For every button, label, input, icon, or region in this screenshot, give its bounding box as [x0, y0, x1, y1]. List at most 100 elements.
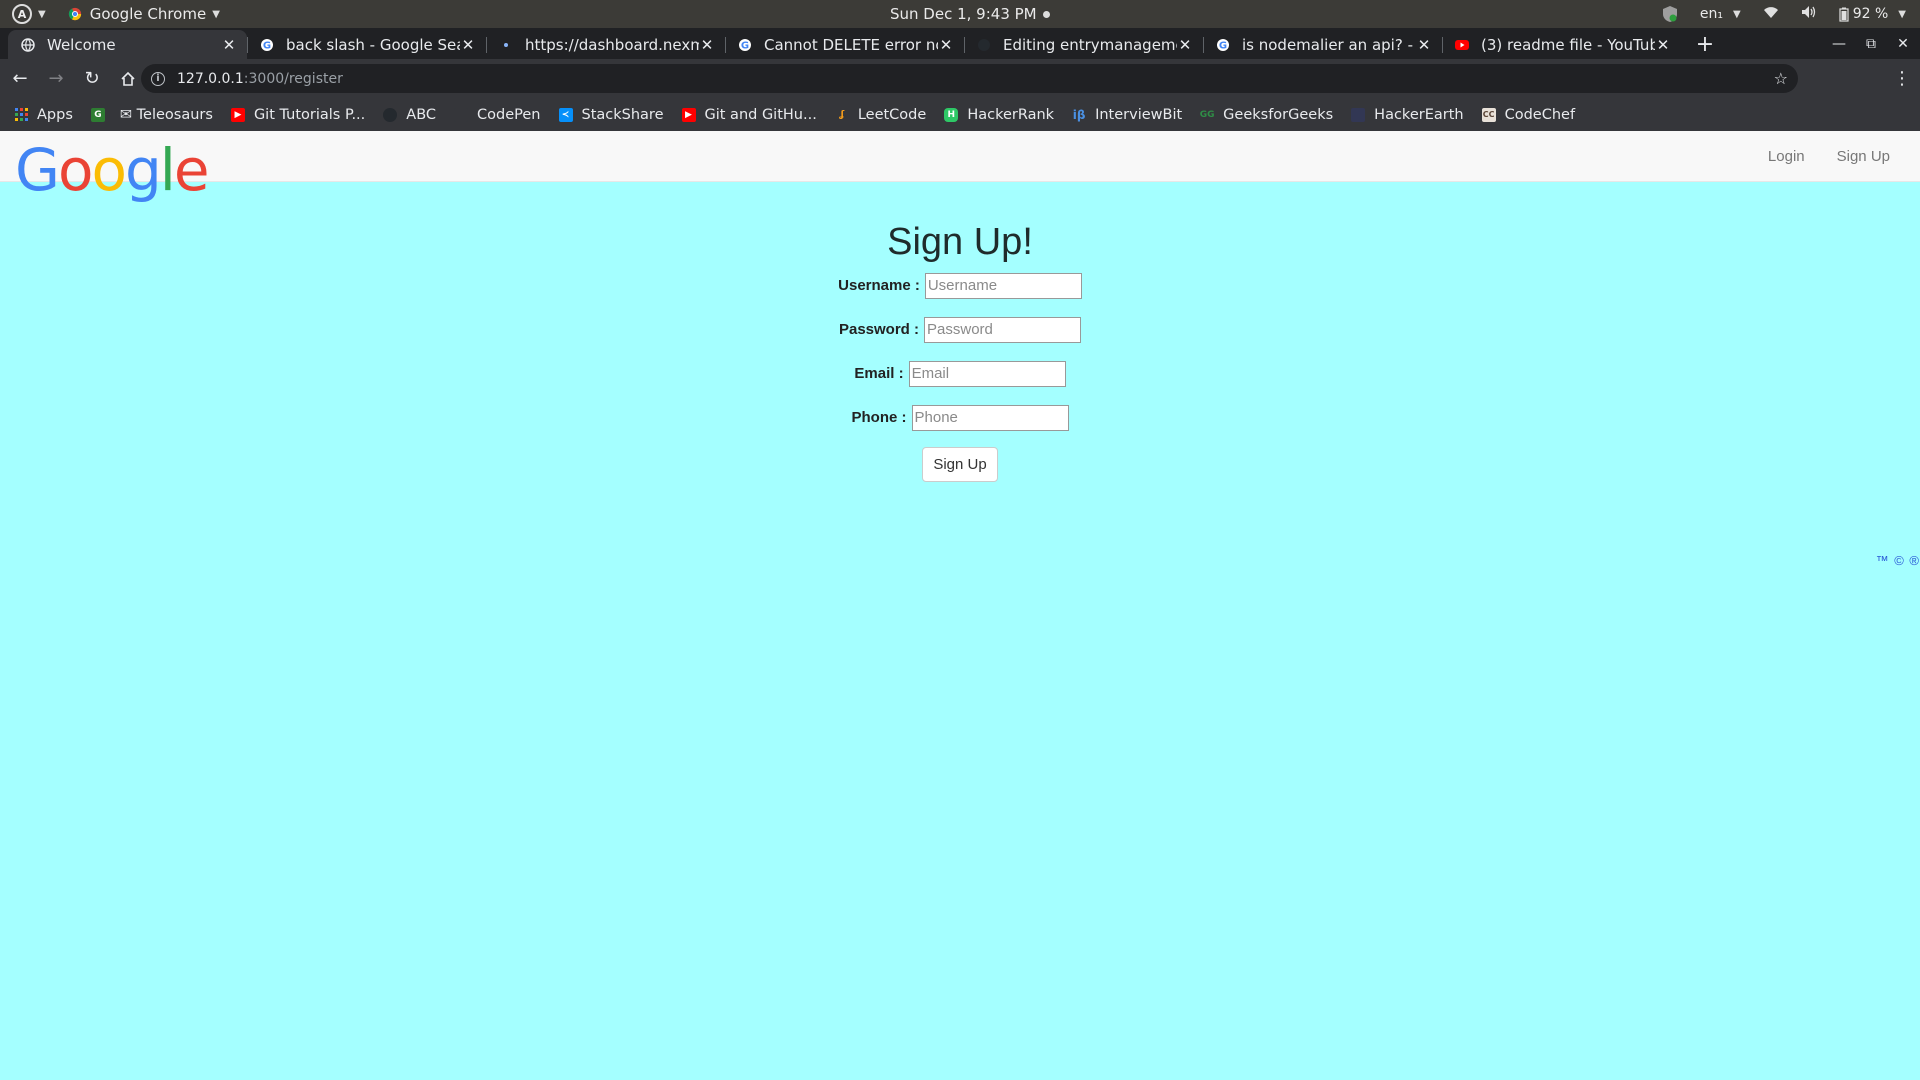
bookmark-label: ✉ Teleosaurs — [119, 106, 213, 123]
tab-google-search[interactable]: G back slash - Google Search ✕ — [247, 30, 486, 59]
bookmark-label: StackShare — [581, 106, 664, 123]
bookmark-git-and-github[interactable]: ▶ Git and GitHu... — [681, 107, 817, 123]
bookmark-label: InterviewBit — [1095, 106, 1183, 123]
bookmark-stackshare[interactable]: ≺ StackShare — [558, 106, 664, 123]
signup-form: Sign Up! Username : Password : Email : P… — [0, 182, 1920, 486]
close-icon[interactable]: ✕ — [699, 36, 715, 54]
username-input[interactable] — [924, 272, 1082, 299]
close-icon[interactable]: ✕ — [221, 36, 237, 54]
url-host: 127.0.0.1 — [177, 70, 244, 87]
close-icon[interactable]: ✕ — [938, 36, 954, 54]
login-link[interactable]: Login — [1768, 148, 1805, 165]
clock-text: Sun Dec 1, 9:43 PM — [890, 5, 1037, 23]
site-info-icon[interactable]: i — [151, 71, 165, 86]
forward-icon[interactable]: → — [40, 63, 72, 95]
bookmark-label: CodePen — [477, 106, 541, 123]
more-menu-icon[interactable]: ⋮ — [1886, 62, 1918, 94]
email-row: Email : — [0, 352, 1920, 395]
username-label: Username : — [838, 277, 920, 294]
shield-icon[interactable] — [1662, 5, 1678, 23]
app-menu[interactable]: Google Chrome ▼ — [68, 5, 220, 23]
home-icon[interactable] — [112, 63, 144, 95]
close-window-icon[interactable]: ✕ — [1894, 36, 1912, 52]
bookmark-leetcode[interactable]: ʆ LeetCode — [835, 107, 926, 123]
bookmark-apps[interactable]: Apps — [14, 107, 73, 123]
clock[interactable]: Sun Dec 1, 9:43 PM — [890, 0, 1050, 28]
bookmark-interviewbit[interactable]: iβ InterviewBit — [1072, 107, 1182, 123]
google-icon: G — [737, 37, 752, 52]
tab-nodemailer[interactable]: G is nodemalier an api? - Google ✕ — [1203, 30, 1442, 59]
chevron-down-icon[interactable]: ▼ — [38, 9, 46, 20]
codechef-icon: CC — [1481, 107, 1496, 122]
bookmark-label: ABC — [406, 106, 437, 123]
phone-input[interactable] — [911, 404, 1069, 431]
bookmark-codepen[interactable]: CodePen — [454, 106, 541, 123]
signup-link[interactable]: Sign Up — [1837, 148, 1890, 165]
bookmark-teleosaurs[interactable]: ✉ Teleosaurs — [120, 107, 213, 123]
new-tab-button[interactable]: + — [1691, 30, 1719, 58]
bookmark-label: Git Tutorials P... — [253, 106, 366, 123]
apps-grid-icon — [14, 108, 28, 122]
interviewbit-icon: iβ — [1072, 107, 1086, 122]
browser-toolbar: ← → ↻ i 127.0.0.1:3000/register ☆ G ⋮ — [0, 59, 1920, 148]
phone-row: Phone : — [0, 396, 1920, 439]
bookmark-geeksforgeeks[interactable]: GG GeeksforGeeks — [1200, 107, 1333, 123]
activities-icon[interactable]: A — [12, 4, 32, 24]
bookmark-abc[interactable]: ABC — [383, 107, 436, 123]
restore-icon[interactable]: ⧉ — [1862, 36, 1880, 52]
minimize-icon[interactable]: — — [1830, 36, 1848, 52]
keyboard-layout[interactable]: en₁ ▼ — [1700, 6, 1741, 22]
tab-youtube-readme[interactable]: (3) readme file - YouTube ✕ — [1442, 30, 1681, 59]
bookmark-hackerearth[interactable]: HackerEarth — [1351, 107, 1464, 123]
os-top-bar: A ▼ Google Chrome ▼ Sun Dec 1, 9:43 PM e… — [0, 0, 1920, 28]
reload-icon[interactable]: ↻ — [76, 63, 108, 95]
address-bar[interactable]: i 127.0.0.1:3000/register ☆ — [141, 64, 1798, 93]
window-controls: — ⧉ ✕ — [1830, 28, 1912, 59]
back-icon[interactable]: ← — [4, 63, 36, 95]
tab-editing-entry[interactable]: Editing entrymanagement ✕ — [964, 30, 1203, 59]
chrome-icon — [68, 7, 81, 21]
bookmark-hackerrank[interactable]: H HackerRank — [944, 107, 1054, 123]
svg-text:G: G — [1218, 40, 1226, 51]
password-input[interactable] — [924, 316, 1082, 343]
tab-title: Editing entrymanagement — [1003, 35, 1177, 54]
notification-dot-icon — [1042, 10, 1050, 18]
tab-strip: Welcome ✕ G back slash - Google Search ✕… — [0, 28, 1920, 59]
tab-welcome[interactable]: Welcome ✕ — [8, 30, 247, 59]
battery-icon — [1839, 7, 1849, 22]
site-navbar: Google Login Sign Up — [0, 131, 1920, 199]
github-icon — [976, 37, 991, 52]
phone-label: Phone : — [851, 409, 907, 426]
hackerearth-icon — [1351, 107, 1366, 122]
svg-text:G: G — [740, 40, 748, 51]
tab-title: (3) readme file - YouTube — [1481, 35, 1655, 54]
youtube-icon — [1454, 37, 1469, 52]
globe-icon — [20, 37, 35, 52]
email-label: Email : — [854, 365, 904, 382]
close-icon[interactable]: ✕ — [1177, 36, 1193, 54]
g-icon: G — [90, 107, 105, 122]
tab-title: Cannot DELETE error node — [764, 35, 938, 54]
close-icon[interactable]: ✕ — [1655, 36, 1671, 54]
bookmark-label: LeetCode — [857, 106, 927, 123]
bookmark-git-tutorials[interactable]: ▶ Git Tutorials P... — [230, 106, 366, 123]
bookmark-label: HackerRank — [967, 106, 1055, 123]
close-icon[interactable]: ✕ — [1416, 36, 1432, 54]
bookmark-codechef[interactable]: CC CodeChef — [1481, 107, 1575, 123]
bookmark-star-icon[interactable]: ☆ — [1774, 69, 1788, 88]
tab-cannot-delete[interactable]: G Cannot DELETE error node ✕ — [725, 30, 964, 59]
close-icon[interactable]: ✕ — [460, 36, 476, 54]
tab-nexmo-dashboard[interactable]: https://dashboard.nexmo.com ✕ — [486, 30, 725, 59]
email-input[interactable] — [908, 360, 1066, 387]
tab-title: back slash - Google Search — [286, 35, 460, 54]
bookmark-g[interactable]: G — [90, 107, 114, 122]
tab-title: https://dashboard.nexmo.com — [525, 35, 699, 54]
wifi-icon[interactable] — [1763, 6, 1779, 23]
volume-icon[interactable] — [1801, 5, 1817, 23]
stackshare-icon: ≺ — [558, 107, 573, 122]
battery-indicator[interactable]: 92 % ▼ — [1839, 6, 1906, 22]
password-row: Password : — [0, 308, 1920, 351]
signup-button[interactable]: Sign Up — [922, 447, 998, 482]
chevron-down-icon: ▼ — [212, 8, 220, 20]
battery-percent: 92 % — [1852, 6, 1889, 22]
